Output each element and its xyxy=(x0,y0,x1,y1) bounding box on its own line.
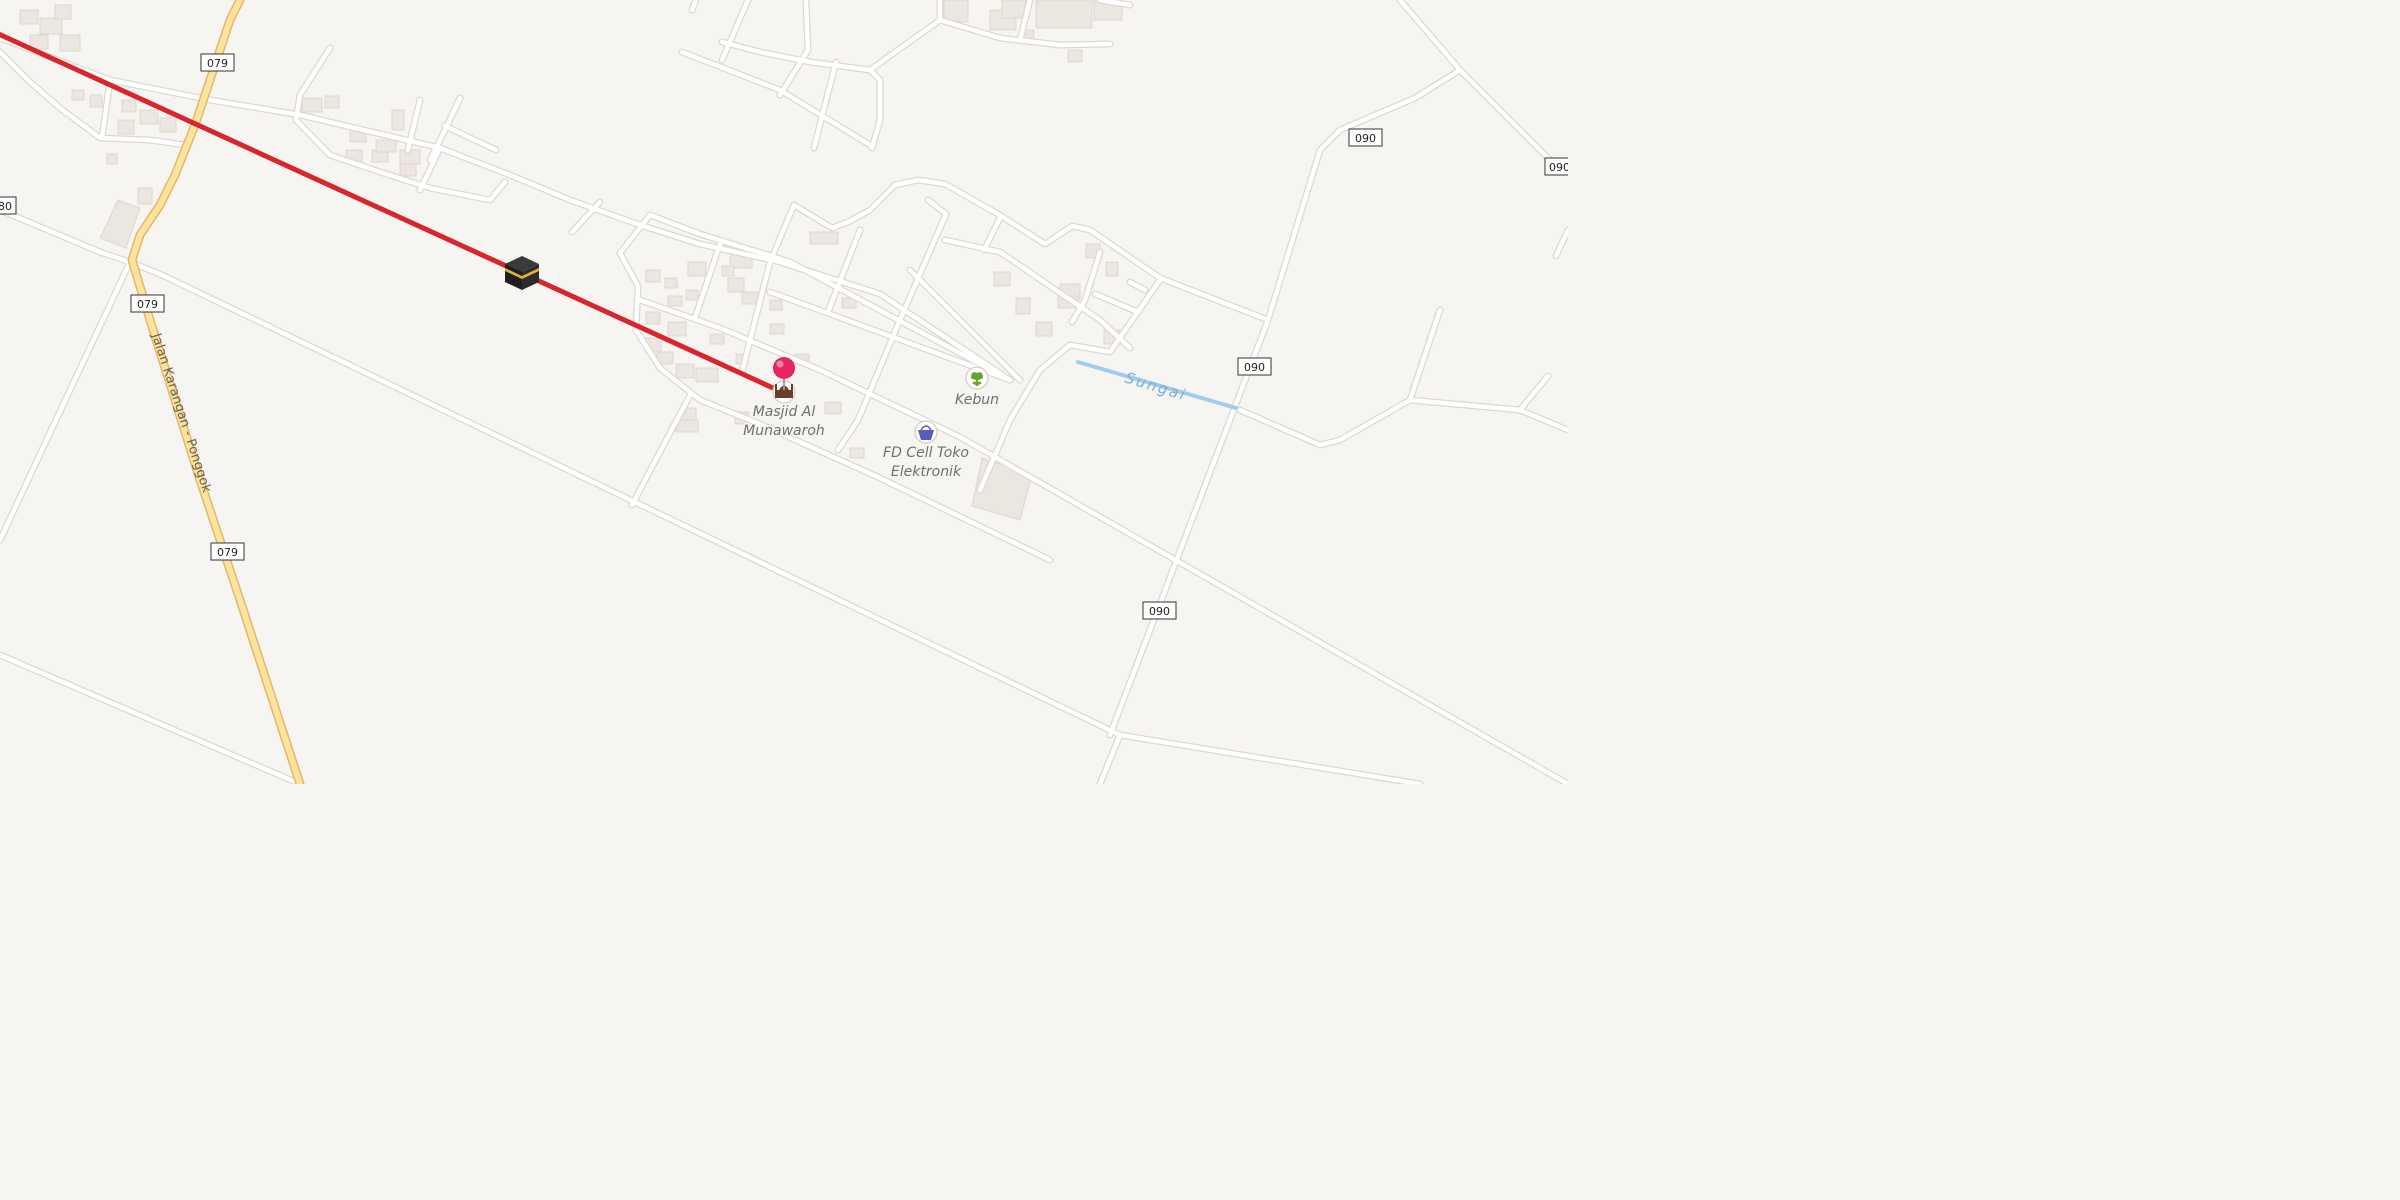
svg-text:090: 090 xyxy=(1244,361,1265,374)
road-shield-079-bottom: 079 xyxy=(210,542,245,561)
svg-text:80: 80 xyxy=(0,200,12,213)
svg-text:079: 079 xyxy=(137,298,158,311)
road-shield-090-a: 090 xyxy=(1348,128,1383,147)
road-shield-079-top: 079 xyxy=(200,53,235,72)
svg-text:090: 090 xyxy=(1355,132,1376,145)
river-label: Sungai xyxy=(1123,369,1189,405)
map-canvas[interactable]: Jalan Karangan - Ponggok Sungai 079 079 … xyxy=(0,0,1568,784)
map-layer[interactable]: Jalan Karangan - Ponggok Sungai 079 079 … xyxy=(0,0,1568,784)
svg-text:079: 079 xyxy=(207,57,228,70)
road-name-label: Jalan Karangan - Ponggok xyxy=(148,331,214,495)
road-shield-090-b: 090 xyxy=(1237,357,1272,376)
shop-label-line1: FD Cell Toko xyxy=(883,445,969,461)
svg-text:079: 079 xyxy=(217,546,238,559)
shop-label-line2: Elektronik xyxy=(891,464,962,480)
mosque-label-line2: Munawaroh xyxy=(743,423,825,439)
road-shield-090-edge: 090 xyxy=(1544,157,1568,176)
garden-label: Kebun xyxy=(955,392,999,408)
road-shield-079-mid: 079 xyxy=(130,294,165,313)
kaaba-icon[interactable] xyxy=(505,256,539,290)
svg-text:090: 090 xyxy=(1149,605,1170,618)
road-shield-090-c: 090 xyxy=(1142,601,1177,620)
mosque-label-line1: Masjid Al xyxy=(753,404,816,420)
shop-poi[interactable]: FD Cell Toko Elektronik xyxy=(882,420,970,482)
road-shield-080-edge: 80 xyxy=(0,196,17,215)
svg-text:090: 090 xyxy=(1549,161,1568,174)
